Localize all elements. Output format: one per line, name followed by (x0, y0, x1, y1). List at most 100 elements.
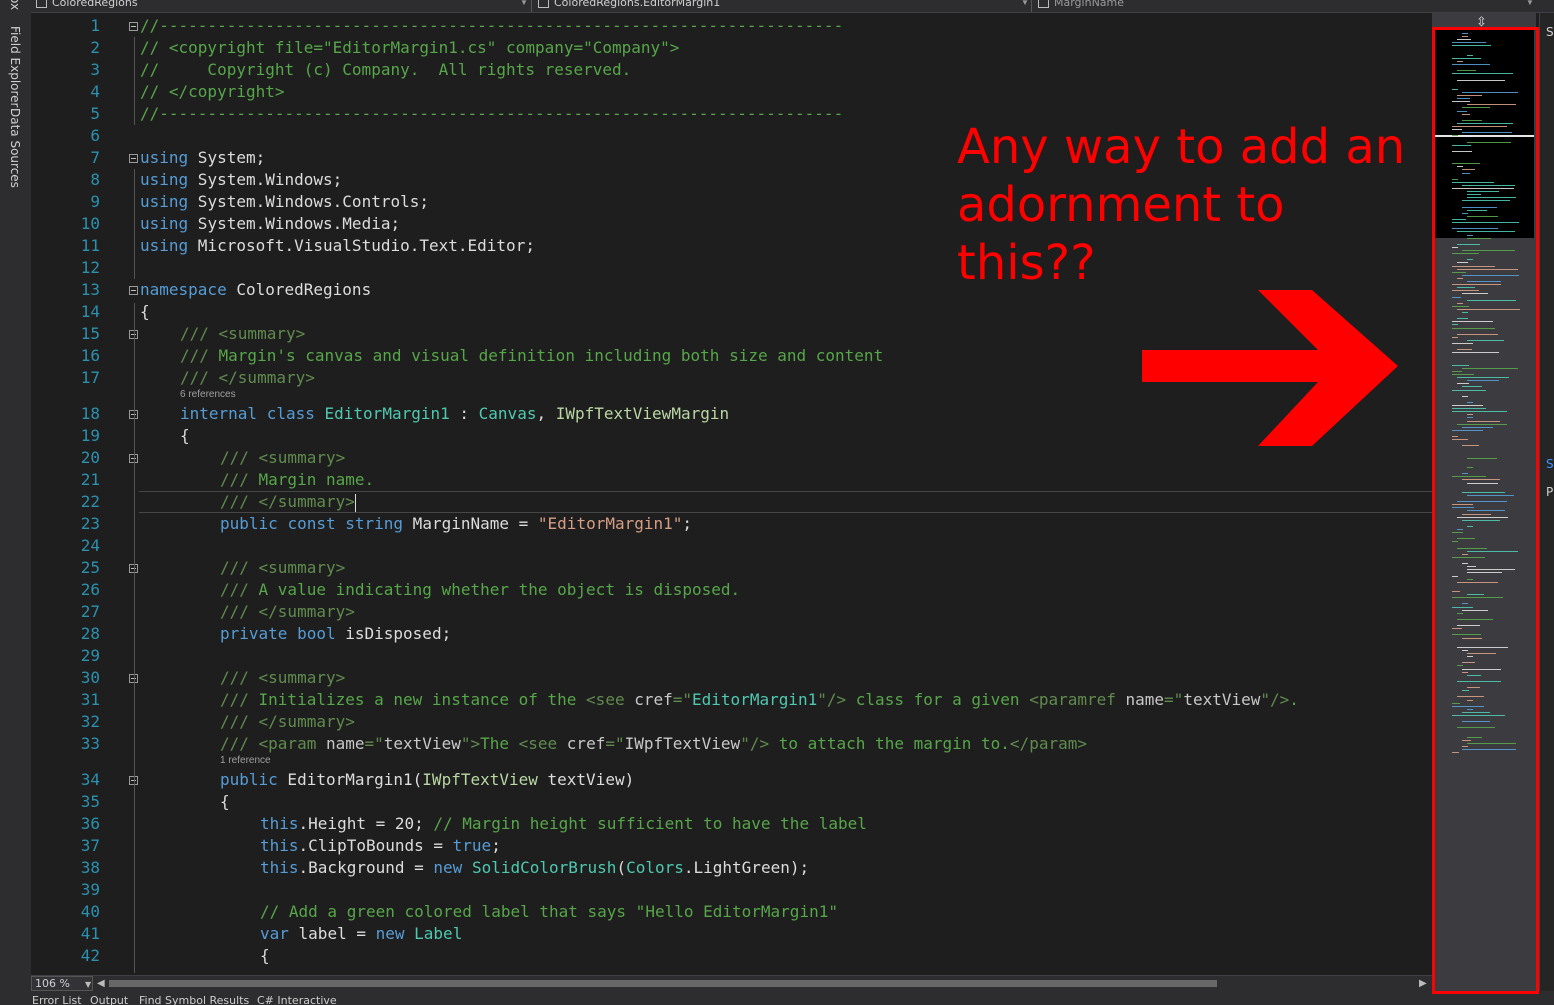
line-number: 33 (80, 734, 100, 753)
field-explorer-tab[interactable]: Field Explorer (8, 26, 22, 107)
code-text[interactable]: //--------------------------------------… (140, 15, 843, 37)
code-token: .Height = 20; (298, 814, 434, 833)
codelens-references[interactable]: 6 references (180, 389, 236, 401)
tab-find-symbol-results[interactable]: Find Symbol Results (139, 994, 249, 1005)
code-text[interactable]: /// <summary> (220, 557, 345, 579)
code-text[interactable]: /// <summary> (180, 323, 305, 345)
code-text[interactable]: namespace ColoredRegions (140, 279, 371, 301)
code-line: 20 /// <summary> (31, 447, 1432, 469)
outline-guide (134, 303, 135, 973)
tab-output[interactable]: Output (90, 994, 128, 1005)
divider (531, 0, 532, 12)
line-number: 22 (80, 492, 100, 511)
code-text[interactable]: //--------------------------------------… (140, 103, 843, 125)
code-text[interactable]: /// </summary> (220, 601, 355, 623)
tab-csharp-interactive[interactable]: C# Interactive (257, 994, 337, 1005)
code-token: internal (180, 404, 258, 423)
scroll-right-icon[interactable]: ▶ (1419, 976, 1427, 991)
code-text[interactable]: /// A value indicating whether the objec… (220, 579, 740, 601)
code-token: true (452, 836, 492, 855)
code-token: /// <summary> (220, 558, 346, 577)
member-dropdown[interactable]: MarginName (1038, 0, 1518, 10)
code-text[interactable]: public const string MarginName = "Editor… (220, 513, 692, 535)
code-token: cref (566, 734, 606, 753)
code-token: /// </summary> (220, 602, 355, 621)
code-text[interactable]: /// <summary> (220, 667, 345, 689)
code-line: 4 // </copyright> (31, 81, 1432, 103)
code-text[interactable]: /// <param name="textView">The <see cref… (220, 733, 1087, 755)
horizontal-scrollbar-thumb[interactable] (109, 980, 1217, 987)
tab-error-list[interactable]: Error List (32, 994, 82, 1005)
text-caret (354, 493, 356, 512)
zoom-dropdown[interactable]: 106 % ▼ (31, 976, 93, 991)
code-text[interactable]: { (220, 791, 230, 813)
code-token: Initializes a new instance of the (258, 690, 587, 709)
code-text[interactable]: var label = new Label (260, 923, 462, 945)
line-number: 9 (90, 192, 100, 211)
dropdown-arrow-icon[interactable]: ▼ (520, 0, 528, 7)
code-text[interactable]: /// Margin's canvas and visual definitio… (180, 345, 883, 367)
code-text[interactable]: using System.Windows.Controls; (140, 191, 429, 213)
code-line: 24 (31, 535, 1432, 557)
code-text[interactable]: { (180, 425, 190, 447)
line-number: 15 (80, 324, 100, 343)
code-text[interactable]: using Microsoft.VisualStudio.Text.Editor… (140, 235, 535, 257)
code-token: Margin name. (258, 470, 375, 489)
dropdown-arrow-icon[interactable]: ▼ (1021, 0, 1029, 7)
code-text[interactable]: /// <summary> (220, 447, 345, 469)
code-token: /// (220, 580, 259, 599)
type-dropdown[interactable]: ColoredRegions.EditorMargin1 (538, 0, 1018, 10)
toolbox-tab[interactable]: ox (8, 0, 22, 10)
code-text[interactable]: // </copyright> (140, 81, 285, 103)
code-token: const (287, 514, 336, 533)
panel-label[interactable]: Sc (1546, 457, 1554, 471)
scroll-left-icon[interactable]: ◀ (97, 976, 105, 991)
code-token: "> (460, 734, 481, 753)
code-line: 41 var label = new Label (31, 923, 1432, 945)
line-number: 4 (90, 82, 100, 101)
dropdown-arrow-icon[interactable]: ▼ (1526, 0, 1534, 7)
code-text[interactable]: // Copyright (c) Company. All rights res… (140, 59, 631, 81)
code-text[interactable]: using System; (140, 147, 265, 169)
code-text[interactable]: public EditorMargin1(IWpfTextView textVi… (220, 769, 634, 791)
type-dropdown-label: ColoredRegions.EditorMargin1 (554, 0, 721, 9)
code-text[interactable]: /// </summary> (220, 491, 356, 513)
code-text[interactable]: internal class EditorMargin1 : Canvas, I… (180, 403, 729, 425)
project-dropdown[interactable]: ColoredRegions (36, 0, 516, 10)
code-text[interactable]: this.ClipToBounds = true; (260, 835, 501, 857)
line-number: 6 (90, 126, 100, 145)
collapse-toggle-icon[interactable] (129, 286, 138, 295)
code-text[interactable]: // Add a green colored label that says "… (260, 901, 838, 923)
line-number: 26 (80, 580, 100, 599)
code-text[interactable]: using System.Windows; (140, 169, 342, 191)
code-text[interactable]: { (260, 945, 270, 967)
code-text[interactable]: /// Margin name. (220, 469, 374, 491)
code-token: </param> (1009, 734, 1087, 753)
code-token: textView (383, 734, 461, 753)
code-token: /// (220, 690, 259, 709)
code-text[interactable]: { (140, 301, 150, 323)
code-text[interactable]: this.Background = new SolidColorBrush(Co… (260, 857, 809, 879)
code-text[interactable]: /// </summary> (220, 711, 355, 733)
code-text[interactable]: using System.Windows.Media; (140, 213, 400, 235)
collapse-toggle-icon[interactable] (129, 22, 138, 31)
code-token: using (140, 170, 189, 189)
code-text[interactable]: /// Initializes a new instance of the <s… (220, 689, 1299, 711)
line-number: 16 (80, 346, 100, 365)
line-number: 32 (80, 712, 100, 731)
code-token: System; (188, 148, 266, 167)
line-number: 42 (80, 946, 100, 965)
code-line: 27 /// </summary> (31, 601, 1432, 623)
codelens-references[interactable]: 1 reference (220, 755, 271, 767)
collapse-toggle-icon[interactable] (129, 154, 138, 163)
data-sources-tab[interactable]: Data Sources (8, 108, 22, 188)
code-text[interactable]: // <copyright file="EditorMargin1.cs" co… (140, 37, 679, 59)
code-text[interactable]: this.Height = 20; // Margin height suffi… (260, 813, 867, 835)
code-text[interactable]: /// </summary> (180, 367, 315, 389)
code-text[interactable]: private bool isDisposed; (220, 623, 451, 645)
split-view-icon[interactable]: ⇳ (1476, 14, 1487, 30)
code-token: { (140, 302, 150, 321)
